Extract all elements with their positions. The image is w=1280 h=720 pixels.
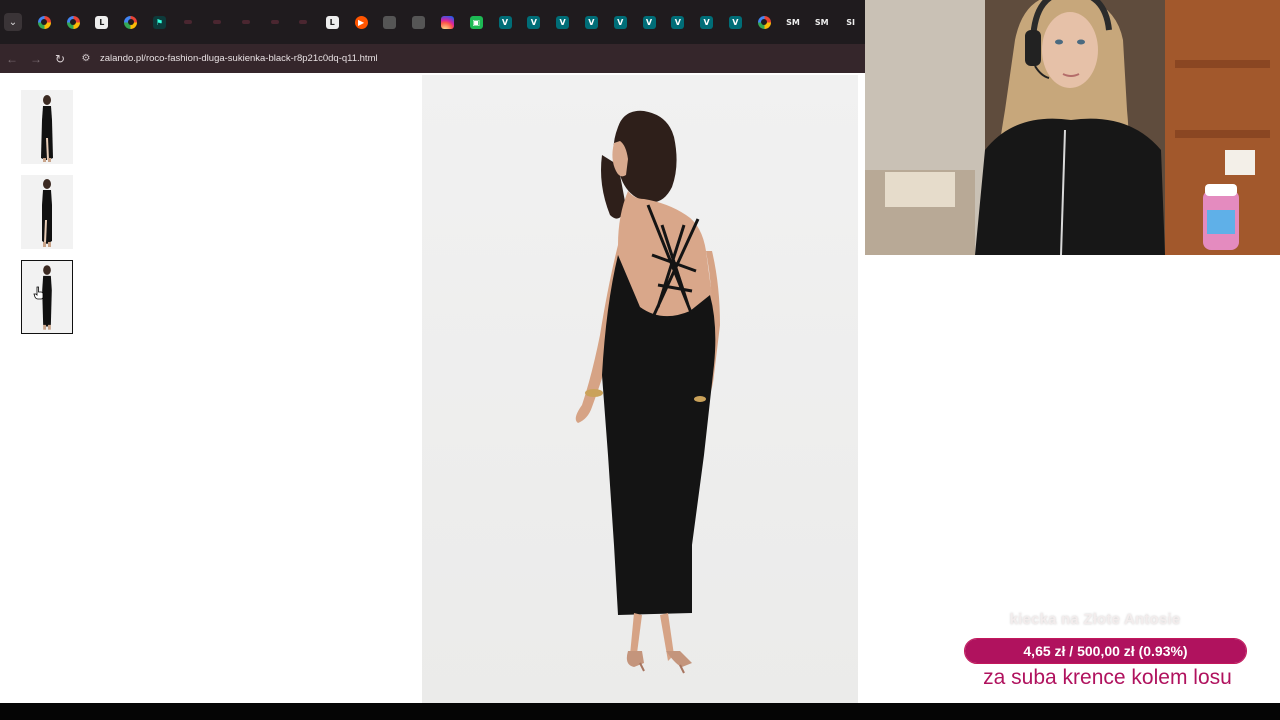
browser-tab[interactable] — [203, 7, 232, 37]
browser-tab[interactable]: V — [663, 7, 692, 37]
reload-icon[interactable]: ↻ — [48, 47, 72, 71]
gray-tab-icon — [412, 15, 426, 29]
google-icon — [66, 15, 80, 29]
chevron-down-icon[interactable]: ⌄ — [4, 13, 22, 31]
l-app-icon: L — [325, 15, 339, 29]
green-app-icon: ▣ — [469, 15, 483, 29]
product-photo — [422, 75, 858, 703]
forward-icon[interactable]: → — [24, 47, 48, 71]
browser-tab[interactable] — [231, 7, 260, 37]
v-app-icon: V — [642, 15, 656, 29]
sm-app-icon: SI — [846, 17, 855, 27]
v-app-icon: V — [556, 15, 570, 29]
l-app-icon: L — [95, 15, 109, 29]
browser-tab[interactable] — [116, 7, 145, 37]
browser-tab[interactable]: V — [548, 7, 577, 37]
google-icon — [757, 15, 771, 29]
product-main-image[interactable] — [422, 75, 858, 703]
teal-pin-icon: ⚑ — [152, 15, 166, 29]
browser-tab[interactable] — [260, 7, 289, 37]
instagram-icon — [440, 15, 454, 29]
dim-tab-icon — [184, 20, 193, 24]
browser-tab[interactable]: V — [635, 7, 664, 37]
dim-tab-icon — [241, 20, 250, 24]
webcam-feed — [865, 0, 1280, 255]
back-icon[interactable]: ← — [0, 47, 24, 71]
url-field[interactable]: zalando.pl/roco-fashion-dluga-sukienka-b… — [100, 53, 378, 64]
goal-progress-bar: 4,65 zł / 500,00 zł (0.93%) — [964, 638, 1247, 664]
dim-tab-icon — [270, 20, 279, 24]
browser-tab[interactable]: L — [318, 7, 347, 37]
thumbnail-front[interactable] — [21, 90, 73, 164]
goal-progress-text: 4,65 zł / 500,00 zł (0.93%) — [1023, 643, 1188, 659]
thumbnail-list — [21, 90, 73, 345]
screen: ⌄ L ⚑ L ▶ ▣ V V V V V V V V V SM SM SI ← → ↻ ⚙ zalando.pl… — [0, 0, 1280, 720]
goal-title: kiecka na Złote Antosie — [1009, 611, 1181, 628]
v-app-icon: V — [671, 15, 685, 29]
browser-tab[interactable]: V — [491, 7, 520, 37]
browser-tab[interactable]: L — [87, 7, 116, 37]
browser-tab[interactable] — [30, 7, 59, 37]
browser-tab[interactable]: ▶ — [347, 7, 376, 37]
browser-tab[interactable] — [375, 7, 404, 37]
thumbnail-front-image — [21, 90, 73, 164]
browser-tab[interactable] — [433, 7, 462, 37]
browser-tab[interactable]: SM — [779, 7, 808, 37]
browser-tab[interactable]: SM — [807, 7, 836, 37]
v-app-icon: V — [527, 15, 541, 29]
site-info-icon[interactable]: ⚙ — [76, 49, 96, 69]
streamer-webcam-image — [865, 0, 1280, 255]
browser-tab[interactable] — [174, 7, 203, 37]
browser-tab[interactable] — [289, 7, 318, 37]
sm-app-icon: SM — [786, 17, 800, 27]
google-icon — [124, 15, 138, 29]
orange-app-icon: ▶ — [354, 15, 368, 29]
thumbnail-side-image — [21, 175, 73, 249]
browser-tab[interactable] — [404, 7, 433, 37]
thumbnail-side[interactable] — [21, 175, 73, 249]
gray-tab-icon — [383, 15, 397, 29]
v-app-icon: V — [613, 15, 627, 29]
browser-tab[interactable] — [750, 7, 779, 37]
browser-tab[interactable] — [59, 7, 88, 37]
thumbnail-back[interactable] — [21, 260, 73, 334]
tab-strip: ⌄ L ⚑ L ▶ ▣ V V V V V V V V V SM SM SI — [0, 0, 865, 44]
dim-tab-icon — [299, 20, 308, 24]
v-app-icon: V — [728, 15, 742, 29]
address-bar: ← → ↻ ⚙ zalando.pl/roco-fashion-dluga-su… — [0, 44, 865, 73]
sm-app-icon: SM — [814, 17, 829, 27]
dim-tab-icon — [213, 20, 222, 24]
thumbnail-back-image — [22, 261, 72, 333]
v-app-icon: V — [700, 15, 714, 29]
browser-tab[interactable]: SI — [836, 7, 865, 37]
browser-tab[interactable]: V — [519, 7, 548, 37]
bottom-bar — [0, 703, 1280, 720]
browser-tab[interactable]: V — [692, 7, 721, 37]
browser-tab[interactable]: V — [606, 7, 635, 37]
v-app-icon: V — [584, 15, 598, 29]
goal-subtitle: za suba krence kolem losu — [983, 666, 1232, 689]
browser-tab[interactable]: ⚑ — [145, 7, 174, 37]
google-icon — [37, 15, 51, 29]
hand-cursor-icon — [33, 286, 44, 300]
browser-tab[interactable]: ▣ — [462, 7, 491, 37]
browser-tab[interactable]: V — [721, 7, 750, 37]
v-app-icon: V — [498, 15, 512, 29]
browser-tab[interactable]: V — [577, 7, 606, 37]
